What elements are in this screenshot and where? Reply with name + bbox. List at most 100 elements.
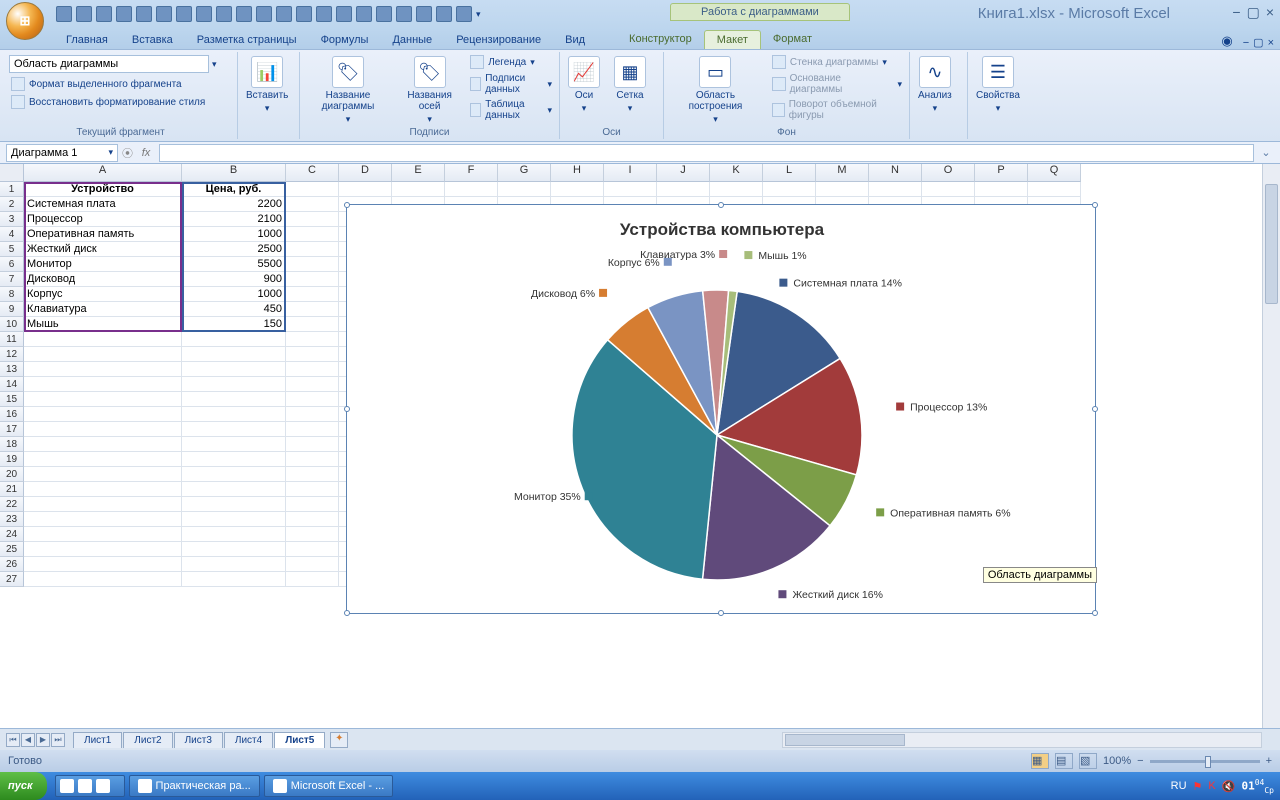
cell-B20[interactable]	[182, 467, 286, 482]
insert-button[interactable]: 📊Вставить▾	[242, 54, 292, 116]
cell-C12[interactable]	[286, 347, 339, 362]
chart-area-select[interactable]	[9, 55, 209, 73]
view-layout-icon[interactable]: ▤	[1055, 753, 1073, 769]
col-header-L[interactable]: L	[763, 164, 816, 182]
cell-C13[interactable]	[286, 362, 339, 377]
cell-A2[interactable]: Системная плата	[24, 197, 182, 212]
row-header-20[interactable]: 20	[0, 467, 24, 482]
cell-M1[interactable]	[816, 182, 869, 197]
cell-A8[interactable]: Корпус	[24, 287, 182, 302]
cell-A3[interactable]: Процессор	[24, 212, 182, 227]
cell-C17[interactable]	[286, 422, 339, 437]
qat-ic15[interactable]	[336, 6, 352, 22]
qat-undo-icon[interactable]	[76, 6, 92, 22]
cell-B3[interactable]: 2100	[182, 212, 286, 227]
col-header-Q[interactable]: Q	[1028, 164, 1081, 182]
cell-A16[interactable]	[24, 407, 182, 422]
cell-A1[interactable]: Устройство	[24, 182, 182, 197]
qat-ic20[interactable]	[436, 6, 452, 22]
cell-D1[interactable]	[339, 182, 392, 197]
cell-L1[interactable]	[763, 182, 816, 197]
lang-indicator[interactable]: RU	[1171, 780, 1187, 792]
row-header-14[interactable]: 14	[0, 377, 24, 392]
sheet-tab-Лист1[interactable]: Лист1	[73, 732, 122, 748]
cell-A14[interactable]	[24, 377, 182, 392]
cell-A26[interactable]	[24, 557, 182, 572]
cell-A6[interactable]: Монитор	[24, 257, 182, 272]
fx-icon[interactable]: fx	[137, 147, 155, 159]
cell-E1[interactable]	[392, 182, 445, 197]
cell-C15[interactable]	[286, 392, 339, 407]
tab-Рецензирование[interactable]: Рецензирование	[444, 31, 553, 49]
chart-object[interactable]: Устройства компьютераСистемная плата 14%…	[346, 204, 1096, 614]
col-header-G[interactable]: G	[498, 164, 551, 182]
qat-ic16[interactable]	[356, 6, 372, 22]
cell-C2[interactable]	[286, 197, 339, 212]
analysis-button[interactable]: ∿Анализ▾	[914, 54, 956, 116]
row-header-7[interactable]: 7	[0, 272, 24, 287]
tab-nav-first-icon[interactable]: ⏮	[6, 733, 20, 747]
tray-icon-1[interactable]: ⚑	[1193, 780, 1203, 793]
legend-button[interactable]: Легенда ▾	[467, 54, 555, 70]
tab-nav-prev-icon[interactable]: ◀	[21, 733, 35, 747]
format-selection-button[interactable]: Формат выделенного фрагмента	[8, 76, 185, 92]
axes-button[interactable]: 📈Оси▾	[564, 54, 604, 116]
cell-O1[interactable]	[922, 182, 975, 197]
zoom-out-icon[interactable]: −	[1137, 755, 1143, 767]
tab-Вставка[interactable]: Вставка	[120, 31, 185, 49]
col-header-B[interactable]: B	[182, 164, 286, 182]
cell-A19[interactable]	[24, 452, 182, 467]
cell-C16[interactable]	[286, 407, 339, 422]
data-table-button[interactable]: Таблица данных ▾	[467, 98, 555, 122]
cell-C3[interactable]	[286, 212, 339, 227]
cell-A23[interactable]	[24, 512, 182, 527]
cell-B21[interactable]	[182, 482, 286, 497]
qat-preview-icon[interactable]	[176, 6, 192, 22]
qat-redo-icon[interactable]	[96, 6, 112, 22]
cell-B12[interactable]	[182, 347, 286, 362]
tab-Конструктор[interactable]: Конструктор	[617, 30, 704, 49]
tab-Данные[interactable]: Данные	[380, 31, 444, 49]
row-header-25[interactable]: 25	[0, 542, 24, 557]
qat-new-icon[interactable]	[116, 6, 132, 22]
qat-ic19[interactable]	[416, 6, 432, 22]
row-header-1[interactable]: 1	[0, 182, 24, 197]
col-header-M[interactable]: M	[816, 164, 869, 182]
row-header-11[interactable]: 11	[0, 332, 24, 347]
cell-A4[interactable]: Оперативная память	[24, 227, 182, 242]
cell-C22[interactable]	[286, 497, 339, 512]
cell-C27[interactable]	[286, 572, 339, 587]
cell-F1[interactable]	[445, 182, 498, 197]
row-header-27[interactable]: 27	[0, 572, 24, 587]
col-header-I[interactable]: I	[604, 164, 657, 182]
row-header-26[interactable]: 26	[0, 557, 24, 572]
cell-C24[interactable]	[286, 527, 339, 542]
col-header-E[interactable]: E	[392, 164, 445, 182]
row-header-12[interactable]: 12	[0, 347, 24, 362]
col-header-N[interactable]: N	[869, 164, 922, 182]
cell-A27[interactable]	[24, 572, 182, 587]
qat-spell-icon[interactable]	[196, 6, 212, 22]
cell-B18[interactable]	[182, 437, 286, 452]
col-header-K[interactable]: K	[710, 164, 763, 182]
row-header-15[interactable]: 15	[0, 392, 24, 407]
zoom-slider[interactable]	[1150, 760, 1260, 763]
cell-A18[interactable]	[24, 437, 182, 452]
cell-C23[interactable]	[286, 512, 339, 527]
cell-C21[interactable]	[286, 482, 339, 497]
qat-ic10[interactable]	[236, 6, 252, 22]
col-header-A[interactable]: A	[24, 164, 182, 182]
cell-B19[interactable]	[182, 452, 286, 467]
cell-C5[interactable]	[286, 242, 339, 257]
cell-C6[interactable]	[286, 257, 339, 272]
cell-B15[interactable]	[182, 392, 286, 407]
col-header-O[interactable]: O	[922, 164, 975, 182]
tab-Макет[interactable]: Макет	[704, 30, 761, 49]
row-header-16[interactable]: 16	[0, 407, 24, 422]
sheet-tab-Лист5[interactable]: Лист5	[274, 732, 325, 748]
properties-button[interactable]: ☰Свойства▾	[972, 54, 1024, 116]
tray-icon-3[interactable]: 🔇	[1222, 780, 1236, 793]
cell-B2[interactable]: 2200	[182, 197, 286, 212]
qat-ic13[interactable]	[296, 6, 312, 22]
cell-B1[interactable]: Цена, руб.	[182, 182, 286, 197]
